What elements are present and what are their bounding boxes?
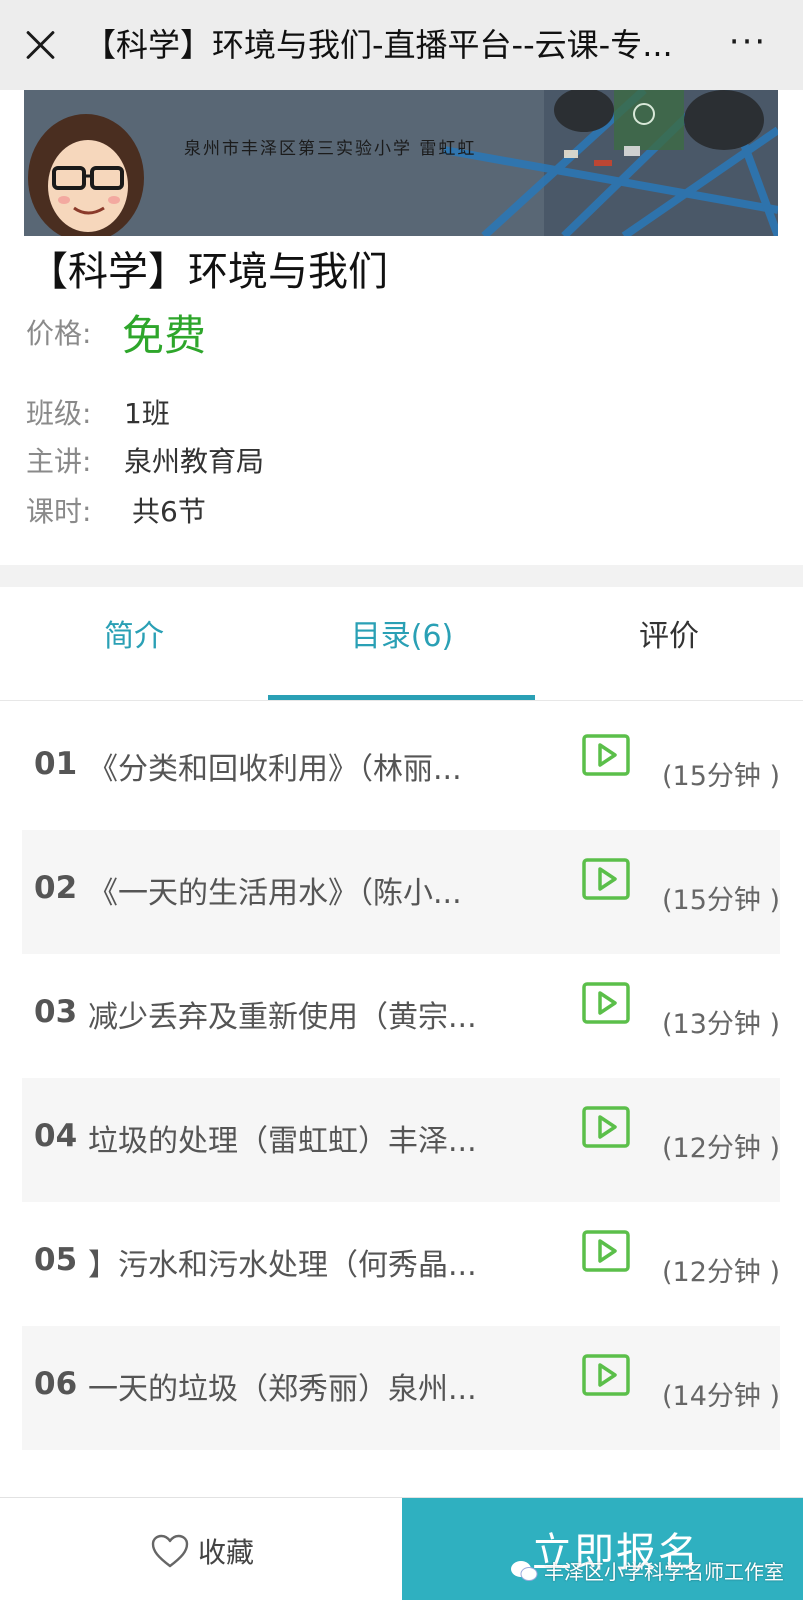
lessons-label: 课时: [26,495,92,528]
banner-image [24,90,778,236]
lesson-duration: (12分钟 ) [662,1257,781,1288]
lesson-title: 《分类和回收利用》（林丽... [88,752,462,787]
lesson-row-02[interactable]: 02 《一天的生活用水》（陈小... (15分钟 ) [22,830,780,954]
lesson-title: 垃圾的处理（雷虹虹）丰泽... [88,1124,477,1159]
play-icon[interactable] [582,1354,630,1396]
favorite-button[interactable]: 收藏 [150,1528,254,1574]
lesson-number: 05 [34,1242,78,1278]
lesson-title: 减少丢弃及重新使用（黄宗... [88,1000,477,1035]
lesson-number: 06 [34,1366,78,1402]
lesson-duration: (15分钟 ) [662,761,781,792]
lecturer-label: 主讲: [26,445,92,478]
lesson-duration: (14分钟 ) [662,1381,781,1412]
lesson-number: 01 [34,746,78,782]
page-title: 【科学】环境与我们-直播平台--云课-专... [84,26,673,64]
lesson-row-01[interactable]: 01 《分类和回收利用》（林丽... (15分钟 ) [22,706,780,830]
top-bar: 【科学】环境与我们-直播平台--云课-专... ··· [0,0,803,90]
watermark-text: 丰泽区小学科学名师工作室 [544,1560,784,1584]
teacher-avatar [28,114,144,236]
play-icon[interactable] [582,858,630,900]
play-icon[interactable] [582,1230,630,1272]
close-icon[interactable] [18,22,64,68]
lecturer-value: 泉州教育局 [124,445,265,478]
lesson-row-03[interactable]: 03 减少丢弃及重新使用（黄宗... (13分钟 ) [22,954,780,1078]
course-banner: 泉州市丰泽区第三实验小学 雷虹虹 [24,90,778,236]
lesson-title: 】污水和污水处理（何秀晶... [88,1248,477,1283]
lesson-number: 02 [34,870,78,906]
lesson-duration: (13分钟 ) [662,1009,781,1040]
lesson-duration: (15分钟 ) [662,885,781,916]
lesson-row-04[interactable]: 04 垃圾的处理（雷虹虹）丰泽... (12分钟 ) [22,1078,780,1202]
section-divider [0,565,803,587]
course-title: 【科学】环境与我们 [28,249,388,295]
lesson-title: 《一天的生活用水》（陈小... [88,876,462,911]
lesson-row-06[interactable]: 06 一天的垃圾（郑秀丽）泉州... (14分钟 ) [22,1326,780,1450]
active-tab-indicator [268,695,535,700]
more-options-icon[interactable]: ··· [723,25,773,60]
favorite-label: 收藏 [198,1536,255,1569]
watermark: 丰泽区小学科学名师工作室 [510,1556,784,1585]
class-value: 1班 [124,397,170,430]
play-icon[interactable] [582,734,630,776]
tab-reviews[interactable]: 评价 [535,587,803,701]
heart-icon [151,1534,189,1568]
lesson-title: 一天的垃圾（郑秀丽）泉州... [88,1372,477,1407]
wechat-icon [511,1560,538,1581]
tab-catalog[interactable]: 目录(6) [268,587,536,701]
lesson-number: 03 [34,994,78,1030]
banner-caption: 泉州市丰泽区第三实验小学 雷虹虹 [184,139,477,159]
class-label: 班级: [26,397,92,430]
lesson-row-05[interactable]: 05 】污水和污水处理（何秀晶... (12分钟 ) [22,1202,780,1326]
lesson-duration: (12分钟 ) [662,1133,781,1164]
lessons-value: 共6节 [132,495,206,528]
play-icon[interactable] [582,1106,630,1148]
tab-intro[interactable]: 简介 [0,587,268,701]
play-icon[interactable] [582,982,630,1024]
lesson-number: 04 [34,1118,78,1154]
tab-bar: 简介 目录(6) 评价 [0,587,803,701]
price-label: 价格: [26,317,92,350]
price-value: 免费 [122,311,207,360]
